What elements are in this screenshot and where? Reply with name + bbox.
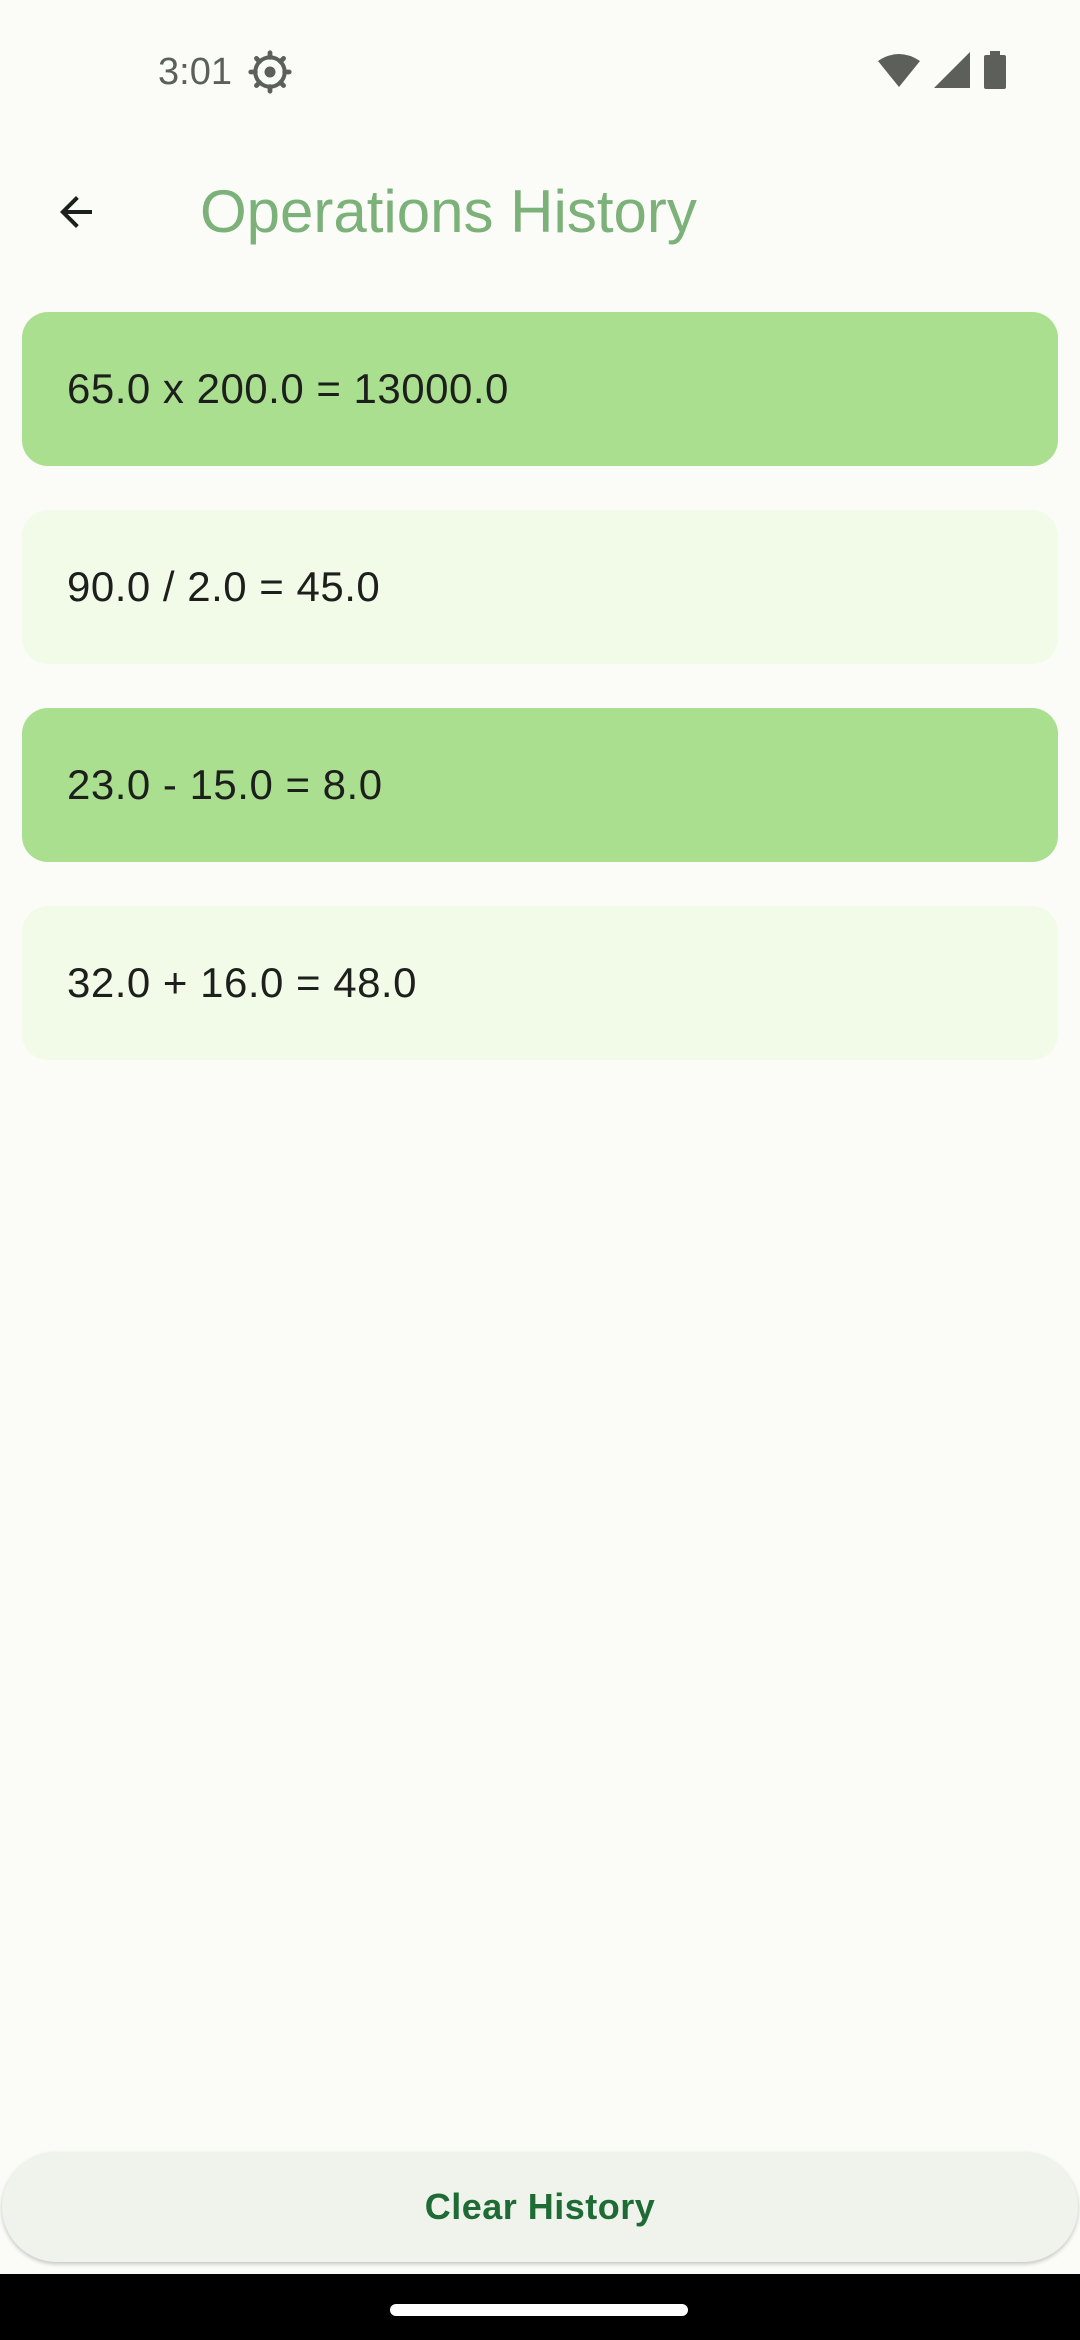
history-item-text: 65.0 x 200.0 = 13000.0 bbox=[67, 365, 509, 412]
system-navigation-bar bbox=[0, 2274, 1080, 2340]
battery-icon bbox=[984, 50, 1006, 94]
history-item[interactable]: 23.0 - 15.0 = 8.0 bbox=[22, 708, 1058, 862]
cellular-signal-icon bbox=[934, 51, 970, 93]
history-item-text: 90.0 / 2.0 = 45.0 bbox=[67, 563, 381, 610]
page-title: Operations History bbox=[200, 178, 697, 245]
app-bar: Operations History bbox=[0, 140, 1080, 280]
settings-gear-icon bbox=[248, 50, 292, 94]
arrow-back-icon bbox=[52, 188, 100, 241]
clear-history-button[interactable]: Clear History bbox=[2, 2152, 1078, 2262]
history-item-text: 23.0 - 15.0 = 8.0 bbox=[67, 761, 383, 808]
status-bar: 3:01 bbox=[0, 0, 1080, 140]
status-time: 3:01 bbox=[158, 51, 232, 93]
status-icons bbox=[878, 50, 1006, 94]
back-button[interactable] bbox=[34, 172, 118, 256]
home-handle[interactable] bbox=[390, 2304, 688, 2316]
history-item[interactable]: 90.0 / 2.0 = 45.0 bbox=[22, 510, 1058, 664]
clear-history-label: Clear History bbox=[424, 2186, 656, 2227]
wifi-icon bbox=[878, 53, 920, 92]
history-item[interactable]: 65.0 x 200.0 = 13000.0 bbox=[22, 312, 1058, 466]
history-item[interactable]: 32.0 + 16.0 = 48.0 bbox=[22, 906, 1058, 1060]
history-item-text: 32.0 + 16.0 = 48.0 bbox=[67, 959, 417, 1006]
history-list: 65.0 x 200.0 = 13000.0 90.0 / 2.0 = 45.0… bbox=[22, 312, 1058, 1104]
